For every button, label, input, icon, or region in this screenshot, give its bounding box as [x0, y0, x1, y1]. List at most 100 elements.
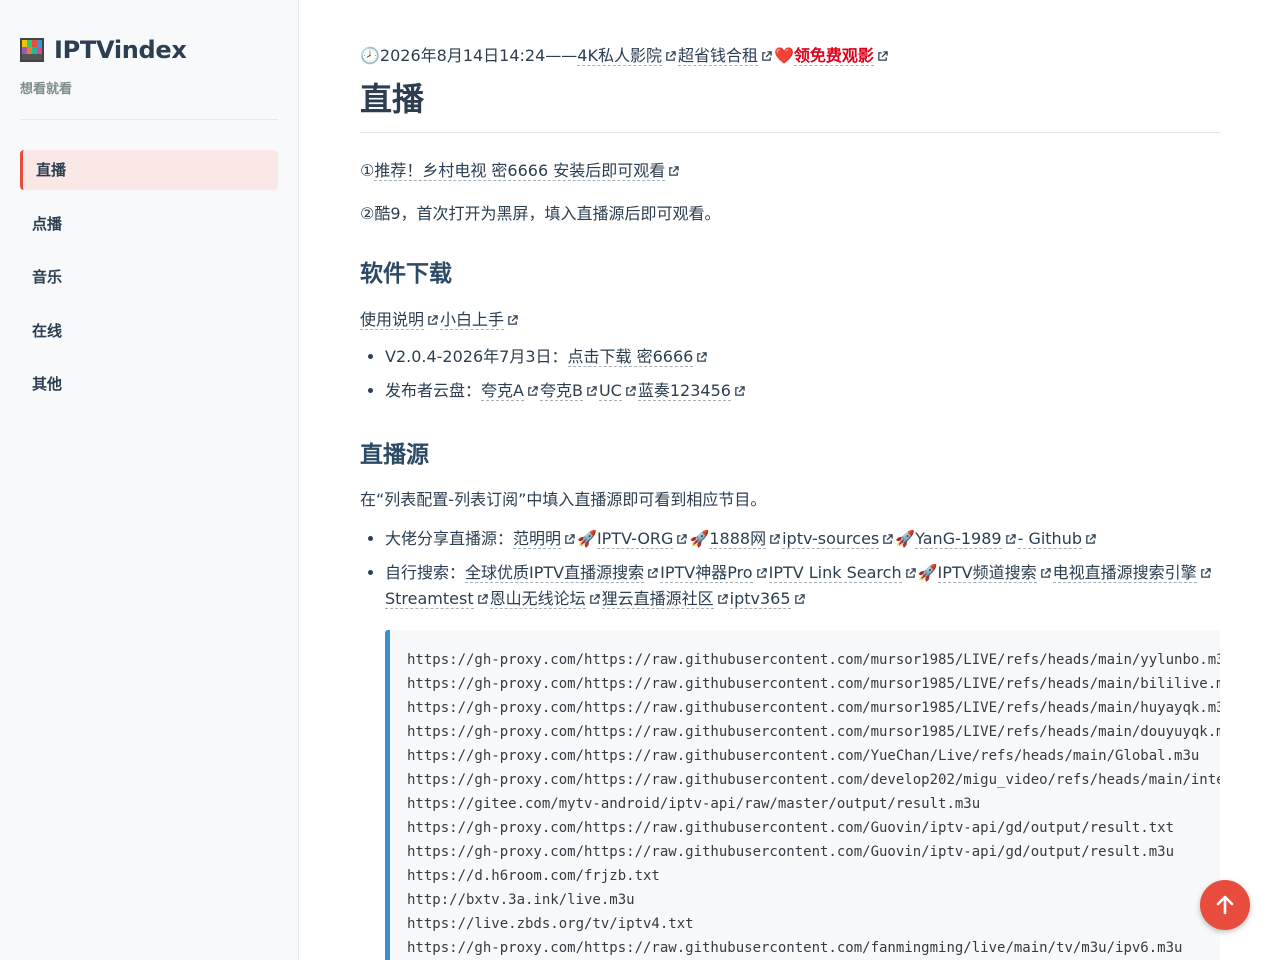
code-line: http://bxtv.3a.ink/live.m3u [407, 892, 635, 908]
free-viewing-link[interactable]: 领免费观影 [793, 46, 874, 66]
shared-rent-link[interactable]: 超省钱合租 [677, 46, 758, 66]
sidebar-item-vod[interactable]: 点播 [20, 204, 278, 244]
external-link-icon [677, 534, 688, 544]
tv-logo-icon [20, 38, 44, 62]
section-software-download: 软件下载 [360, 261, 452, 287]
external-link-icon [762, 51, 772, 61]
yang-1989-link[interactable]: YanG-1989 [915, 529, 1002, 549]
announcement-bar: 🕗2026年8月14日14:24——4K私人影院 超省钱合租 ❤️领免费观影 [360, 42, 890, 66]
external-link-icon [669, 166, 679, 176]
code-line: https://gh-proxy.com/https://raw.githubu… [407, 772, 1220, 788]
external-link-icon [587, 385, 597, 396]
fanmingming-link[interactable]: 范明明 [513, 529, 562, 549]
search-label: 自行搜索： [385, 562, 466, 582]
cloud-label: 发布者云盘： [385, 380, 482, 400]
beginner-guide-link[interactable]: 小白上手 [440, 310, 505, 330]
sidebar-item-music[interactable]: 音乐 [20, 257, 278, 297]
iptv-org-link[interactable]: IPTV-ORG [596, 529, 674, 549]
external-link-icon [1200, 567, 1211, 578]
heart-icon: ❤️ [774, 46, 794, 65]
list-item: 发布者云盘：夸克A 夸克B UC 蓝奏123456 [385, 378, 747, 405]
arrow-up-icon [1216, 895, 1234, 915]
recommendation-1: ①推荐！乡村电视 密6666 安装后即可观看 [360, 157, 681, 181]
sidebar-item-live[interactable]: 直播 [20, 150, 278, 190]
liyun-community-link[interactable]: 狸云直播源社区 [601, 589, 714, 609]
quark-a-link[interactable]: 夸克A [481, 380, 524, 401]
private-cinema-link[interactable]: 4K私人影院 [577, 46, 662, 66]
source-url-code-block[interactable]: https://gh-proxy.com/https://raw.githubu… [385, 630, 1220, 960]
sidebar: IPTVindex 想看就看 直播 点播 音乐 在线 其他 [0, 0, 299, 960]
rocket-icon: 🚀 [689, 529, 710, 548]
external-link-icon [565, 534, 575, 544]
external-link-icon [666, 51, 676, 61]
download-list: V2.0.4-2026年7月3日：点击下载 密6666 发布者云盘：夸克A 夸克B… [360, 344, 747, 411]
external-link-icon [528, 385, 538, 396]
brand-title: IPTVindex [54, 36, 187, 64]
title-divider [360, 132, 1220, 133]
external-link-icon [756, 567, 767, 578]
external-link-icon [626, 385, 636, 396]
section-live-sources: 直播源 [360, 442, 429, 468]
iptv-channel-search-link[interactable]: IPTV频道搜索 [937, 562, 1037, 583]
version-text: V2.0.4-2026年7月3日： [385, 347, 568, 366]
external-link-icon [1005, 534, 1016, 544]
sidebar-item-other[interactable]: 其他 [20, 364, 278, 404]
sidebar-item-online[interactable]: 在线 [20, 311, 278, 351]
code-line: https://gh-proxy.com/https://raw.githubu… [407, 820, 1175, 836]
streamtest-link[interactable]: Streamtest [385, 589, 474, 609]
global-iptv-search-link[interactable]: 全球优质IPTV直播源搜索 [465, 562, 645, 583]
quark-b-link[interactable]: 夸克B [539, 380, 583, 401]
rocket-icon: 🚀 [917, 562, 938, 582]
code-line: https://gh-proxy.com/https://raw.githubu… [407, 700, 1220, 716]
lanzou-link[interactable]: 蓝奏123456 [637, 380, 731, 401]
external-link-icon [770, 534, 780, 544]
github-link[interactable]: - Github [1017, 529, 1082, 549]
1888-link[interactable]: 1888网 [709, 529, 767, 549]
iptv-pro-link[interactable]: IPTV神器Pro [660, 562, 753, 583]
live-source-description: 在“列表配置-列表订阅”中填入直播源即可看到相应节目。 [360, 490, 767, 509]
code-line: https://gh-proxy.com/https://raw.githubu… [407, 748, 1200, 764]
external-link-icon [477, 594, 488, 604]
external-link-icon [735, 385, 745, 396]
external-link-icon [717, 594, 728, 604]
brand[interactable]: IPTVindex [20, 34, 278, 66]
code-line: https://gitee.com/mytv-android/iptv-api/… [407, 796, 981, 812]
external-link-icon [697, 352, 708, 362]
tv-source-engine-link[interactable]: 电视直播源搜索引擎 [1052, 562, 1197, 583]
code-line: https://gh-proxy.com/https://raw.githubu… [407, 724, 1220, 740]
iptv365-link[interactable]: iptv365 [729, 589, 791, 609]
external-link-icon [878, 51, 888, 61]
page-title: 直播 [360, 80, 425, 118]
external-link-icon [428, 315, 438, 325]
site-tagline: 想看就看 [20, 82, 73, 97]
code-line: https://gh-proxy.com/https://raw.githubu… [407, 940, 1183, 956]
rocket-icon: 🚀 [577, 529, 597, 548]
list-item: V2.0.4-2026年7月3日：点击下载 密6666 [385, 344, 747, 371]
external-link-icon [508, 315, 518, 325]
bigshot-label: 大佬分享直播源： [385, 529, 514, 548]
list-item: 自行搜索：全球优质IPTV直播源搜索 IPTV神器Pro IPTV Link Sea… [385, 560, 1220, 613]
usage-links: 使用说明 小白上手 [360, 306, 520, 330]
main-content: 🕗2026年8月14日14:24——4K私人影院 超省钱合租 ❤️领免费观影 直播 … [360, 0, 1220, 960]
iptv-sources-link[interactable]: iptv-sources [782, 529, 880, 549]
rec1-link[interactable]: 推荐！乡村电视 密6666 安装后即可观看 [374, 161, 666, 181]
right-forum-link[interactable]: 恩山无线论坛 [489, 589, 586, 609]
code-line: https://d.h6room.com/frjzb.txt [407, 868, 660, 884]
iptv-link-search-link[interactable]: IPTV Link Search [768, 562, 902, 583]
code-line: https://gh-proxy.com/https://raw.githubu… [407, 652, 1220, 668]
sidebar-nav: 直播 点播 音乐 在线 其他 [20, 150, 278, 404]
download-link[interactable]: 点击下载 密6666 [567, 347, 694, 367]
usage-guide-link[interactable]: 使用说明 [360, 310, 425, 330]
external-link-icon [648, 567, 658, 578]
recommendation-2: ②酷9，首次打开为黑屏，填入直播源后即可观看。 [360, 204, 721, 223]
back-to-top-button[interactable] [1200, 880, 1250, 930]
update-datetime: 2026年8月14日14:24—— [379, 46, 578, 65]
list-item: 大佬分享直播源：范明明🚀IPTV-ORG🚀1888网iptv-sources🚀Y… [385, 526, 1220, 553]
external-link-icon [883, 534, 893, 544]
code-line: https://gh-proxy.com/https://raw.githubu… [407, 676, 1220, 692]
rocket-icon: 🚀 [895, 529, 916, 548]
uc-link[interactable]: UC [598, 380, 622, 401]
external-link-icon [1086, 534, 1096, 544]
sidebar-divider [20, 119, 278, 120]
clock-icon: 🕗 [360, 46, 380, 65]
